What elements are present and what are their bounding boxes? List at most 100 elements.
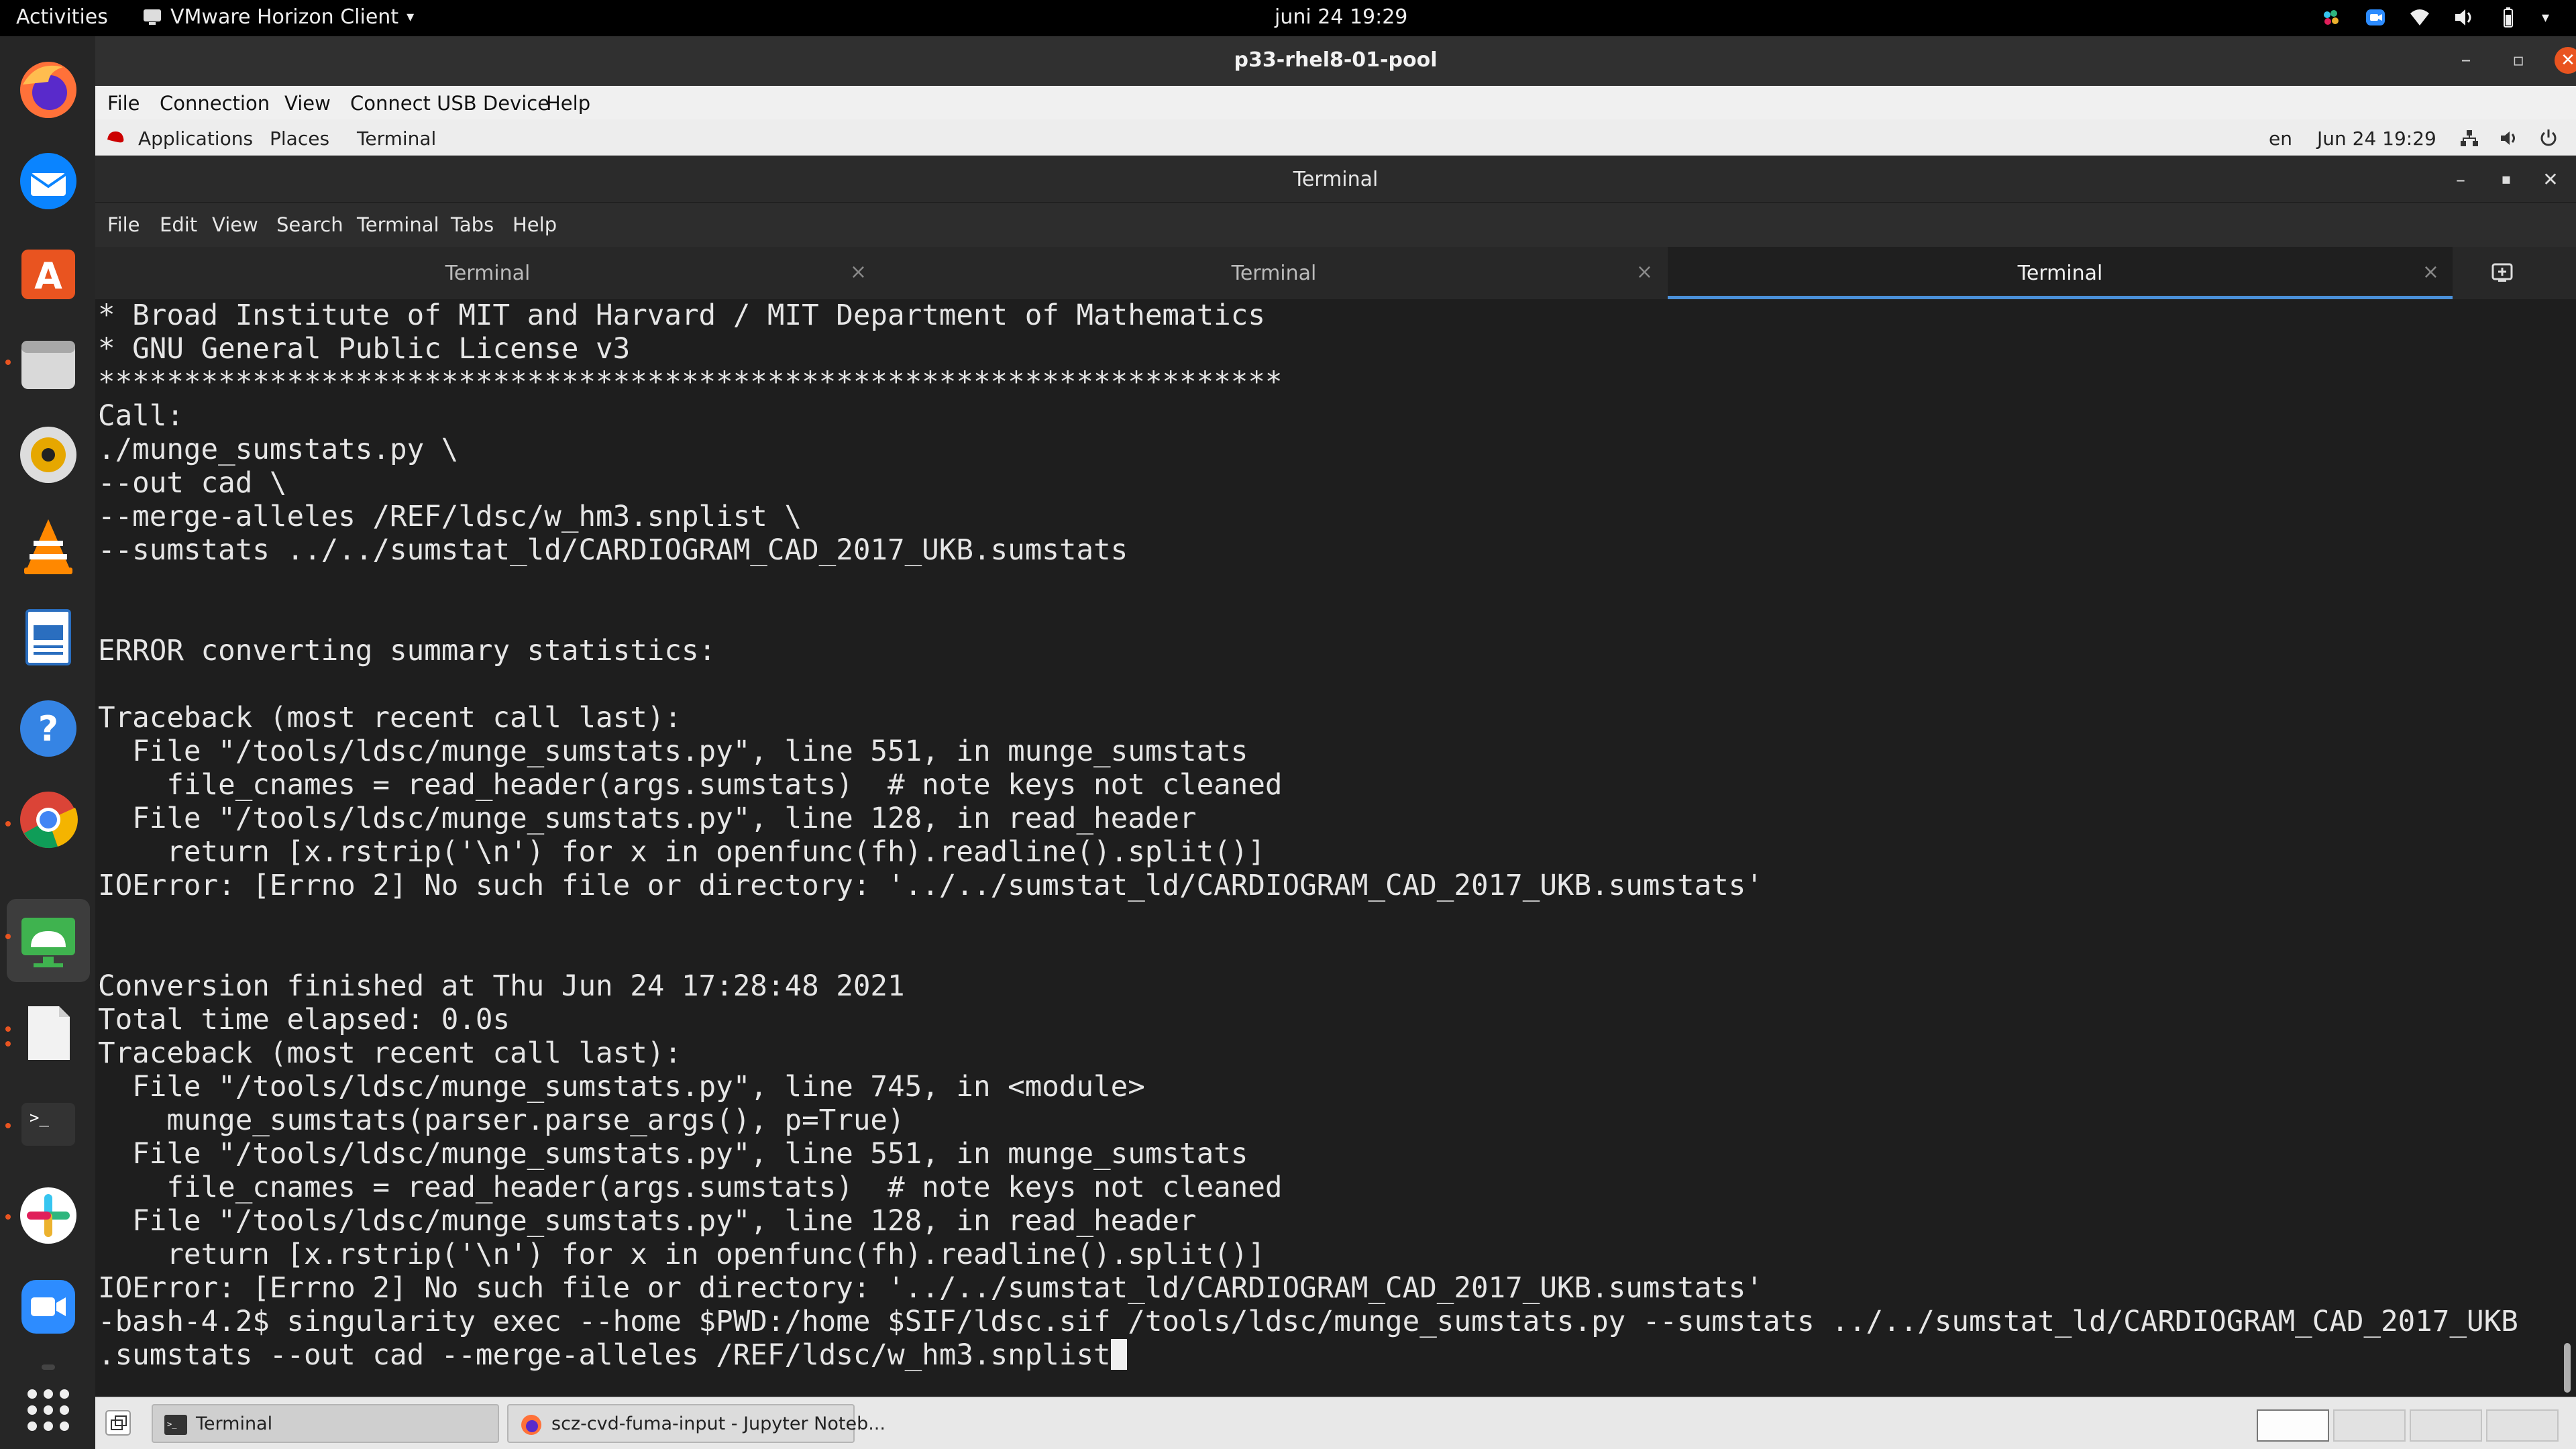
terminal-line: return [x.rstrip('\n') for x in openfunc… [98,836,1265,869]
terminal-app-menu[interactable]: Terminal [357,127,436,150]
terminal-tab-1[interactable]: Terminal × [95,247,880,299]
terminal-line: * GNU General Public License v3 [98,333,631,366]
terminal-line: IOError: [Errno 2] No such file or direc… [98,869,1763,902]
close-icon[interactable]: ✕ [2555,47,2576,74]
terminal-titlebar: Terminal – ▪ ✕ [95,156,2576,203]
terminal-tab-3[interactable]: Terminal × [1668,247,2453,299]
window-list-item-firefox[interactable]: scz-cvd-fuma-input - Jupyter Noteb... [507,1404,885,1443]
terminal-line: Traceback (most recent call last): [98,1037,682,1070]
terminal-window-title: Terminal [1293,168,1379,191]
window-list-item-terminal[interactable]: >_ Terminal [152,1404,499,1443]
zoom-tray-icon[interactable] [2365,7,2386,28]
maximize-icon[interactable]: ▫ [2505,47,2532,74]
files-icon[interactable] [16,331,80,396]
app-menu[interactable]: VMware Horizon Client ▾ [142,5,414,29]
terminal-menu-view[interactable]: View [212,213,258,236]
help-icon[interactable]: ? [16,696,80,761]
tab-close-icon[interactable]: × [850,260,867,284]
terminal-line: Conversion finished at Thu Jun 24 17:28:… [98,970,905,1003]
terminal-line: ERROR converting summary statistics: [98,635,716,667]
vmware-menu-help[interactable]: Help [546,92,590,115]
vmware-menubar: File Connection View Connect USB Device … [95,86,2576,119]
vmware-menu-connect-usb[interactable]: Connect USB Device [350,92,549,115]
volume-icon[interactable] [2500,129,2520,148]
terminal-menu-tabs[interactable]: Tabs [451,213,494,236]
power-icon[interactable] [2538,127,2559,148]
show-applications-icon[interactable] [16,1378,80,1442]
wifi-icon[interactable] [2409,7,2430,28]
running-indicator [5,1214,11,1220]
workspace-1[interactable] [2257,1409,2329,1442]
terminal-menu-terminal[interactable]: Terminal [357,213,439,236]
svg-text:>_: >_ [30,1108,49,1127]
terminal-lines: * Broad Institute of MIT and Harvard / M… [98,299,2518,1373]
vmware-app-icon [144,9,161,25]
vmware-menu-connection[interactable]: Connection [160,92,270,115]
running-indicator [5,1026,11,1032]
svg-text:?: ? [38,709,58,749]
terminal-line: * Broad Institute of MIT and Harvard / M… [98,299,1265,332]
vmware-horizon-icon[interactable] [16,908,80,973]
rhythmbox-icon[interactable] [16,423,80,487]
terminal-line: --sumstats ../../sumstat_ld/CARDIOGRAM_C… [98,534,1128,567]
vmware-menu-file[interactable]: File [107,92,140,115]
terminal-menu-search[interactable]: Search [276,213,343,236]
window-list-label: Terminal [196,1413,273,1434]
new-tab-icon[interactable] [2489,259,2516,286]
workspace-4[interactable] [2486,1409,2559,1442]
minimize-icon[interactable]: – [2447,166,2474,193]
remote-window-list: >_ Terminal scz-cvd-fuma-input - Jupyter… [95,1397,2576,1449]
terminal-line: Total time elapsed: 0.0s [98,1004,511,1036]
vlc-icon[interactable] [16,514,80,578]
tab-label: Terminal [1231,262,1317,285]
terminal-scrollbar[interactable] [2564,1343,2571,1393]
running-indicator [5,934,11,939]
vmware-menu-view[interactable]: View [284,92,331,115]
activities-button[interactable]: Activities [16,5,108,29]
tab-close-icon[interactable]: × [1636,260,1653,284]
workspace-3[interactable] [2410,1409,2482,1442]
text-editor-icon[interactable] [16,1001,80,1065]
terminal-menu-help[interactable]: Help [513,213,557,236]
show-desktop-icon[interactable] [105,1409,131,1436]
libreoffice-writer-icon[interactable] [16,605,80,669]
ubuntu-software-icon[interactable]: A [16,240,80,305]
firefox-icon[interactable] [16,58,80,122]
close-icon[interactable]: ✕ [2537,166,2564,193]
minimize-icon[interactable]: – [2453,47,2479,74]
workspace-2[interactable] [2333,1409,2406,1442]
chrome-icon[interactable] [16,788,80,852]
system-clock[interactable]: juni 24 19:29 [1275,5,1407,29]
applications-menu[interactable]: Applications [138,127,253,150]
terminal-output[interactable]: * Broad Institute of MIT and Harvard / M… [95,299,2576,1397]
terminal-tab-2[interactable]: Terminal × [881,247,1666,299]
maximize-icon[interactable]: ▪ [2493,166,2520,193]
thunderbird-icon[interactable] [16,149,80,213]
network-icon[interactable] [2459,129,2479,148]
remote-clock[interactable]: Jun 24 19:29 [2317,127,2436,150]
terminal-line: File "/tools/ldsc/munge_sumstats.py", li… [98,802,1197,835]
terminal-menu-file[interactable]: File [107,213,140,236]
app-menu-label: VMware Horizon Client [170,5,399,29]
battery-icon[interactable] [2498,7,2519,28]
running-indicator [5,360,11,365]
terminal-line: -bash-4.2$ singularity exec --home $PWD:… [98,1305,2518,1338]
terminal-menu-edit[interactable]: Edit [160,213,197,236]
volume-icon[interactable] [2453,7,2475,28]
terminal-line: ****************************************… [98,366,1283,399]
vmware-window-titlebar: p33-rhel8-01-pool – ▫ ✕ [95,36,2576,86]
zoom-icon[interactable] [16,1275,80,1339]
terminal-line: Call: [98,400,184,433]
system-tray[interactable]: ▾ [2320,7,2549,28]
places-menu[interactable]: Places [270,127,329,150]
gnome-top-bar: Activities VMware Horizon Client ▾ juni … [0,0,2576,36]
tab-close-icon[interactable]: × [2422,260,2439,284]
slack-tray-icon[interactable] [2320,7,2342,28]
terminal-icon[interactable]: >_ [16,1092,80,1157]
terminal-line: File "/tools/ldsc/munge_sumstats.py", li… [98,1071,1145,1104]
language-indicator[interactable]: en [2269,127,2292,150]
slack-icon[interactable] [16,1183,80,1248]
terminal-line: ./munge_sumstats.py \ [98,433,459,466]
